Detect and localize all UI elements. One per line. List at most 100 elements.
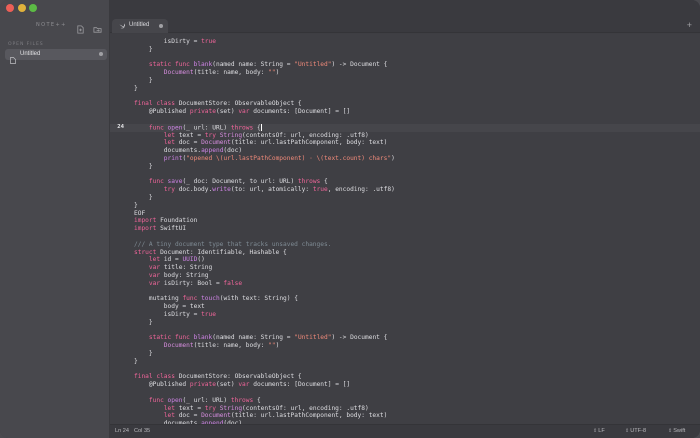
code-text: struct Document: Identifiable, Hashable … bbox=[134, 249, 287, 257]
code-line[interactable]: } bbox=[110, 85, 700, 93]
code-text: } bbox=[134, 350, 153, 358]
close-window-button[interactable] bbox=[6, 4, 14, 12]
code-line[interactable]: } bbox=[110, 202, 700, 210]
code-line[interactable] bbox=[110, 171, 700, 179]
line-indicator[interactable]: Ln 24 bbox=[115, 428, 129, 434]
code-line[interactable]: let text = try String(contentsOf: url, e… bbox=[110, 132, 700, 140]
updown-chevron-icon: ⇕ bbox=[625, 428, 630, 434]
code-token: var bbox=[238, 108, 250, 116]
code-text: body = text bbox=[134, 303, 205, 311]
code-line[interactable] bbox=[110, 93, 700, 101]
code-token: (doc) bbox=[223, 147, 243, 155]
code-text: let doc = Document(title: url.lastPathCo… bbox=[134, 412, 388, 420]
code-line[interactable]: try doc.body.write(to: url, atomically: … bbox=[110, 186, 700, 194]
column-indicator[interactable]: Col 35 bbox=[134, 428, 150, 434]
line-ending-selector[interactable]: ⇕LF bbox=[593, 428, 605, 434]
code-line[interactable] bbox=[110, 233, 700, 241]
code-line[interactable]: final class DocumentStore: ObservableObj… bbox=[110, 100, 700, 108]
updown-chevron-icon: ⇕ bbox=[593, 428, 598, 434]
code-token: doc = bbox=[178, 412, 202, 420]
open-folder-icon[interactable] bbox=[93, 21, 102, 33]
code-line[interactable]: struct Document: Identifiable, Hashable … bbox=[110, 249, 700, 257]
code-line[interactable]: } bbox=[110, 358, 700, 366]
code-line[interactable]: func open(_ url: URL) throws { bbox=[110, 397, 700, 405]
code-line[interactable]: func save(_ doc: Document, to url: URL) … bbox=[110, 178, 700, 186]
code-token: @Published bbox=[134, 381, 190, 389]
code-line[interactable]: var isDirty: Bool = false bbox=[110, 280, 700, 288]
code-line[interactable]: let doc = Document(title: url.lastPathCo… bbox=[110, 139, 700, 147]
code-line[interactable]: @Published private(set) var documents: [… bbox=[110, 381, 700, 389]
code-line[interactable] bbox=[110, 366, 700, 374]
code-text: } bbox=[134, 194, 153, 202]
code-line[interactable]: } bbox=[110, 163, 700, 171]
current-code-line[interactable]: 24 func open(_ url: URL) throws { bbox=[110, 123, 700, 132]
code-token: func bbox=[134, 178, 168, 186]
code-token: } bbox=[134, 77, 153, 84]
code-line[interactable]: print("opened \(url.lastPathComponent) ·… bbox=[110, 155, 700, 163]
encoding-selector[interactable]: ⇕UTF-8 bbox=[625, 428, 646, 434]
code-line[interactable]: isDirty = true bbox=[110, 311, 700, 319]
code-editor[interactable]: isDirty = true } static func blank(named… bbox=[110, 34, 700, 424]
code-line[interactable]: static func blank(named name: String = "… bbox=[110, 61, 700, 69]
language-selector[interactable]: ⇕Swift bbox=[668, 428, 685, 434]
code-line[interactable] bbox=[110, 389, 700, 397]
code-text: } bbox=[134, 85, 138, 93]
code-line[interactable]: let text = try String(contentsOf: url, e… bbox=[110, 405, 700, 413]
code-line[interactable]: mutating func touch(with text: String) { bbox=[110, 295, 700, 303]
code-line[interactable]: @Published private(set) var documents: [… bbox=[110, 108, 700, 116]
new-file-icon[interactable] bbox=[76, 21, 85, 34]
code-token: (with text: String) { bbox=[219, 295, 298, 303]
code-line[interactable]: static func blank(named name: String = "… bbox=[110, 334, 700, 342]
code-token: import bbox=[134, 225, 161, 233]
add-tab-button[interactable]: + bbox=[687, 20, 692, 30]
code-token: documents: [Document] = [] bbox=[249, 381, 351, 389]
code-line[interactable] bbox=[110, 54, 700, 62]
code-line[interactable]: import SwiftUI bbox=[110, 225, 700, 233]
code-token: /// A tiny document type that tracks uns… bbox=[134, 240, 332, 248]
code-line[interactable]: import Foundation bbox=[110, 217, 700, 225]
sidebar-file-name: Untitled bbox=[20, 51, 41, 57]
code-token: documents: [Document] = [] bbox=[249, 108, 351, 116]
sidebar-file-untitled[interactable]: Untitled bbox=[5, 49, 107, 64]
code-token: let bbox=[134, 404, 179, 412]
code-line[interactable]: Document(title: name, body: "") bbox=[110, 69, 700, 77]
code-token: text = bbox=[178, 131, 205, 139]
code-token: throws bbox=[230, 124, 254, 132]
code-line[interactable]: body = text bbox=[110, 303, 700, 311]
code-line[interactable]: } bbox=[110, 77, 700, 85]
code-token: var bbox=[238, 381, 250, 389]
code-line[interactable] bbox=[110, 327, 700, 335]
code-line[interactable]: } bbox=[110, 46, 700, 54]
app-window: NOTE++ OPEN FILES Untitled Untitled + is… bbox=[0, 0, 700, 438]
code-line[interactable]: Document(title: name, body: "") bbox=[110, 342, 700, 350]
maximize-window-button[interactable] bbox=[29, 4, 37, 12]
code-token: final class bbox=[134, 373, 179, 381]
code-line[interactable]: documents.append(doc) bbox=[110, 147, 700, 155]
minimize-window-button[interactable] bbox=[18, 4, 26, 12]
code-line[interactable]: var body: String bbox=[110, 272, 700, 280]
code-line[interactable]: } bbox=[110, 194, 700, 202]
code-line[interactable]: isDirty = true bbox=[110, 38, 700, 46]
code-line[interactable]: final class DocumentStore: ObservableObj… bbox=[110, 373, 700, 381]
sidebar: NOTE++ OPEN FILES Untitled bbox=[0, 0, 110, 438]
code-token: true bbox=[312, 186, 328, 194]
code-token: open bbox=[167, 124, 183, 132]
code-line[interactable] bbox=[110, 288, 700, 296]
code-line[interactable]: let id = UUID() bbox=[110, 256, 700, 264]
code-token: (set) bbox=[215, 381, 239, 389]
code-token: isDirty = bbox=[134, 311, 202, 318]
code-token: (title: url.lastPathComponent, body: tex… bbox=[230, 139, 388, 147]
code-line[interactable]: var title: String bbox=[110, 264, 700, 272]
code-token: static func bbox=[134, 61, 194, 69]
code-line[interactable]: EOF bbox=[110, 210, 700, 218]
code-text: } bbox=[134, 77, 153, 85]
code-line[interactable]: } bbox=[110, 319, 700, 327]
tab-unsaved-indicator[interactable] bbox=[159, 24, 163, 28]
code-token: mutating bbox=[134, 295, 183, 303]
tab-untitled[interactable]: Untitled bbox=[112, 19, 168, 33]
code-line[interactable]: /// A tiny document type that tracks uns… bbox=[110, 241, 700, 249]
code-line[interactable]: let doc = Document(title: url.lastPathCo… bbox=[110, 412, 700, 420]
code-line[interactable] bbox=[110, 116, 700, 124]
updown-chevron-icon: ⇕ bbox=[668, 428, 673, 434]
code-line[interactable]: } bbox=[110, 350, 700, 358]
